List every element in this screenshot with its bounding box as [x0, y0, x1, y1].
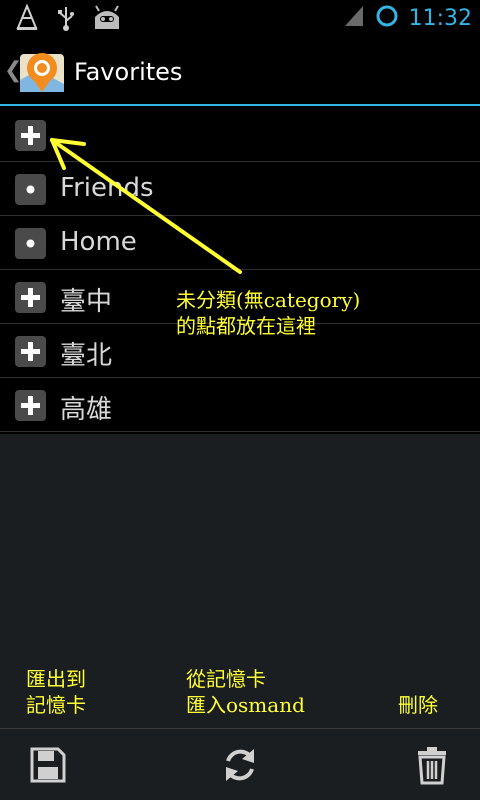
annotation-export: 匯出到 記憶卡 — [26, 666, 86, 718]
annotation-import: 從記憶卡 匯入osmand — [186, 666, 305, 718]
annotation-delete: 刪除 — [398, 692, 438, 718]
trash-icon[interactable] — [410, 743, 454, 787]
annotation-line: 的點都放在這裡 — [176, 314, 316, 338]
save-icon[interactable] — [26, 743, 70, 787]
annotation-line: 匯出到 — [26, 667, 86, 691]
annotation-line: 刪除 — [398, 693, 438, 717]
annotation-note: 未分類(無category) 的點都放在這裡 — [176, 287, 360, 339]
bottom-action-bar — [0, 728, 480, 800]
annotation-line: 匯入osmand — [186, 693, 305, 717]
annotation-line: 從記憶卡 — [186, 667, 266, 691]
annotation-line: 未分類(無category) — [176, 288, 361, 312]
annotation-line: 記憶卡 — [26, 693, 86, 717]
refresh-icon[interactable] — [218, 743, 262, 787]
